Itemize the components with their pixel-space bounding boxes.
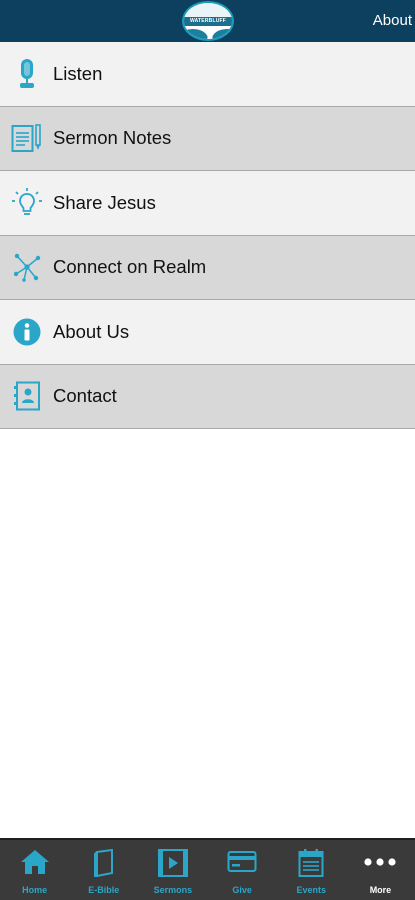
tab-e-bible[interactable]: E-Bible: [69, 840, 138, 900]
tab-home[interactable]: Home: [0, 840, 69, 900]
tab-label: Give: [232, 885, 252, 895]
more-dots-icon: [363, 849, 397, 875]
menu-item-connect-on-realm[interactable]: Connect on Realm: [0, 235, 415, 300]
menu-item-listen[interactable]: Listen: [0, 42, 415, 107]
tab-more[interactable]: More: [346, 840, 415, 900]
credit-card-icon: [227, 849, 257, 873]
menu-list: Listen Sermon Notes Share Jesus Connect …: [0, 42, 415, 429]
microphone-icon: [11, 58, 43, 90]
tab-label: Home: [22, 885, 48, 895]
home-icon: [20, 849, 50, 875]
menu-item-about-us[interactable]: About Us: [0, 300, 415, 365]
menu-item-contact[interactable]: Contact: [0, 364, 415, 429]
contact-book-icon: [11, 380, 43, 412]
menu-item-label: Connect on Realm: [53, 256, 207, 278]
menu-item-sermon-notes[interactable]: Sermon Notes: [0, 106, 415, 171]
about-button[interactable]: About: [373, 12, 412, 29]
menu-item-label: Sermon Notes: [53, 127, 172, 149]
info-icon: [11, 316, 43, 348]
tab-label: E-Bible: [88, 885, 120, 895]
tab-label: Sermons: [153, 885, 193, 895]
tab-sermons[interactable]: Sermons: [138, 840, 207, 900]
menu-item-label: Contact: [53, 385, 117, 407]
menu-item-label: Share Jesus: [53, 191, 156, 213]
network-icon: [11, 251, 43, 283]
video-icon: [157, 849, 188, 877]
bible-icon: [93, 849, 115, 877]
calendar-icon: [298, 849, 324, 877]
tab-label: Events: [296, 885, 327, 895]
notes-icon: [11, 122, 43, 154]
tab-label: More: [369, 885, 392, 895]
tab-give[interactable]: Give: [208, 840, 277, 900]
app-header: WATERBLUFF About: [0, 0, 415, 42]
menu-item-share-jesus[interactable]: Share Jesus: [0, 171, 415, 236]
bottom-tab-bar: Home E-Bible Sermons Give Events More: [0, 838, 415, 900]
logo-text: WATERBLUFF: [189, 18, 227, 24]
church-logo[interactable]: WATERBLUFF: [182, 1, 234, 41]
lightbulb-icon: [11, 187, 43, 219]
menu-item-label: About Us: [53, 320, 130, 342]
tab-events[interactable]: Events: [277, 840, 346, 900]
menu-item-label: Listen: [53, 62, 103, 84]
